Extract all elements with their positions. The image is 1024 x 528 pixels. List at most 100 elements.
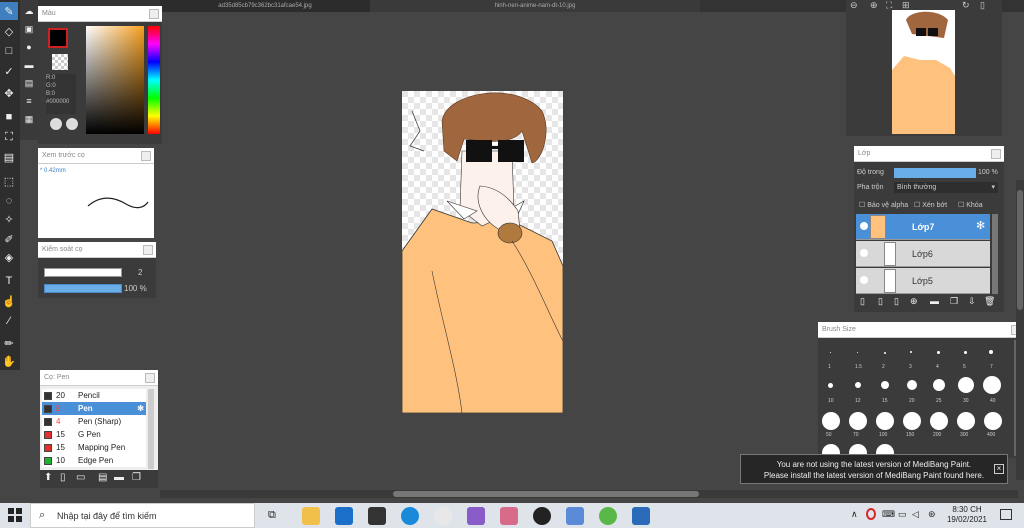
new-folder-icon[interactable]: ▬ (930, 296, 939, 306)
zoom-out-icon[interactable]: ⊖ (850, 0, 858, 11)
merge-layer-icon[interactable]: ⇩ (968, 296, 976, 307)
select-pen-tool-icon[interactable]: ✐ (0, 230, 18, 248)
clipping-checkbox[interactable]: ☐ Xén bớt (914, 201, 947, 209)
upload-icon[interactable]: ⬆ (44, 472, 52, 483)
new-8bit-layer-icon[interactable]: ▯ (894, 296, 899, 307)
chat-icon[interactable]: ▬ (20, 56, 38, 74)
app-icon-5[interactable] (599, 507, 617, 525)
layer-list-scrollbar[interactable] (992, 214, 998, 294)
time-settings-icon[interactable]: ⊛ (928, 509, 936, 520)
navigator-thumbnail[interactable] (892, 10, 955, 134)
brush-size-dot[interactable] (964, 351, 967, 354)
store-icon[interactable] (368, 507, 386, 525)
medibang-icon[interactable] (632, 507, 650, 525)
scrollbar-thumb[interactable] (1017, 190, 1023, 310)
system-clock[interactable]: 8:30 CH 19/02/2021 (945, 505, 989, 525)
brush-size-dot[interactable] (957, 412, 975, 430)
hand-tool-icon[interactable]: ✋ (0, 352, 18, 370)
close-icon[interactable] (991, 149, 1001, 159)
windows-start-icon[interactable] (8, 508, 22, 522)
brush-size-dot[interactable] (989, 350, 993, 354)
brush-size-dot[interactable] (903, 412, 921, 430)
gear-icon[interactable]: ✻ (137, 402, 144, 415)
add-brush-icon[interactable]: ▭ (76, 472, 85, 483)
primary-color-swatch[interactable] (48, 28, 68, 48)
brush-size-dot[interactable] (828, 383, 833, 388)
bucket-tool-icon[interactable]: ⛶ (0, 128, 18, 146)
pen-item-pencil[interactable]: 20 Pencil (42, 389, 146, 402)
select-eraser-tool-icon[interactable]: ◈ (0, 248, 18, 266)
brush-size-dot[interactable] (984, 412, 1002, 430)
eye-icon[interactable] (860, 249, 868, 257)
chrome-icon[interactable] (434, 507, 452, 525)
duplicate-layer-icon[interactable]: ❐ (950, 296, 958, 307)
list-icon[interactable]: ≡ (20, 92, 38, 110)
close-icon[interactable] (149, 9, 159, 19)
task-view-icon[interactable]: ⧉ (268, 509, 276, 522)
close-icon[interactable] (143, 245, 153, 255)
layer-item-6[interactable]: Lớp6 (856, 241, 990, 267)
duplicate-icon[interactable]: ❐ (132, 472, 141, 483)
scrollbar-thumb[interactable] (393, 491, 699, 497)
brush-size-dot[interactable] (855, 382, 861, 388)
pen-list-scrollbar[interactable] (148, 389, 154, 469)
file-explorer-icon[interactable] (302, 507, 320, 525)
brush-size-dot[interactable] (930, 412, 948, 430)
close-icon[interactable]: × (994, 464, 1004, 474)
brush-size-slider[interactable] (44, 268, 122, 277)
edge-browser-icon[interactable] (401, 507, 419, 525)
close-icon[interactable] (145, 373, 155, 383)
network-icon[interactable]: ▭ (898, 509, 907, 520)
pen-tool-icon[interactable]: ✏ (0, 334, 18, 352)
layer-opacity-slider[interactable] (894, 168, 976, 178)
eyedropper-tool-icon[interactable]: ⁄ (0, 312, 18, 330)
text-tool-icon[interactable]: T (0, 272, 18, 290)
chevron-up-icon[interactable]: ∧ (851, 509, 858, 520)
brush-size-dot[interactable] (876, 412, 894, 430)
gear-icon[interactable]: ✻ (976, 219, 985, 232)
opera-icon[interactable] (866, 508, 876, 520)
taskbar-search-box[interactable]: ⌕ Nhập tại đây để tìm kiếm (30, 503, 255, 528)
speech-bubble-icon[interactable]: ● (20, 38, 38, 56)
pen-item-edge-pen[interactable]: 10 Edge Pen (42, 454, 146, 467)
drawing-canvas[interactable] (402, 91, 563, 413)
delete-layer-icon[interactable]: 🗑 (984, 296, 995, 307)
add-layer-menu-icon[interactable]: ⊕ (910, 296, 918, 307)
lasso-tool-icon[interactable]: ◌ (0, 192, 18, 210)
tab-document-1[interactable]: ad35d85cb79c362bc31afcae54.jpg (160, 0, 370, 12)
brush-size-dot[interactable] (937, 351, 940, 354)
brush-size-dot[interactable] (884, 352, 886, 354)
layer-item-7[interactable]: Lớp7 ✻ (856, 214, 990, 240)
vertical-scrollbar[interactable] (1016, 180, 1024, 480)
mail-icon[interactable] (335, 507, 353, 525)
zoom-in-icon[interactable]: ⊕ (870, 0, 878, 11)
pen-item-mapping-pen[interactable]: 15 Mapping Pen (42, 441, 146, 454)
palette-icon[interactable] (50, 118, 62, 130)
brush-size-dot[interactable] (983, 376, 1001, 394)
blend-mode-select[interactable]: Bình thường ▾ (894, 182, 998, 193)
magic-wand-tool-icon[interactable]: ✧ (0, 210, 18, 228)
language-icon[interactable]: ⌨ (882, 509, 895, 520)
operation-tool-icon[interactable]: ☝ (0, 292, 18, 310)
app-icon-2[interactable] (500, 507, 518, 525)
brush-settings-icon[interactable]: ▤ (98, 472, 107, 483)
brush-size-dot[interactable] (910, 351, 912, 353)
grid-icon[interactable]: ▦ (20, 110, 38, 128)
horizontal-scrollbar[interactable] (160, 490, 1018, 498)
eye-icon[interactable] (860, 222, 868, 230)
rectangle-tool-icon[interactable]: □ (0, 42, 18, 60)
lock-checkbox[interactable]: ☐ Khóa (958, 201, 983, 209)
saturation-value-picker[interactable] (86, 26, 144, 134)
pen-item-pen-sharp[interactable]: 4 Pen (Sharp) (42, 415, 146, 428)
gradient-tool-icon[interactable]: ▤ (0, 148, 18, 166)
palette-settings-icon[interactable] (66, 118, 78, 130)
fill-rect-tool-icon[interactable]: ■ (0, 108, 18, 126)
eye-icon[interactable] (860, 276, 868, 284)
brush-size-dot[interactable] (907, 380, 917, 390)
document-icon[interactable]: ▤ (20, 74, 38, 92)
update-notification[interactable]: You are not using the latest version of … (740, 454, 1008, 484)
layer-item-5[interactable]: Lớp5 (856, 268, 990, 294)
close-icon[interactable] (141, 151, 151, 161)
move-tool-icon[interactable]: ✥ (0, 84, 18, 102)
rotate-icon[interactable]: ↻ (962, 0, 970, 11)
